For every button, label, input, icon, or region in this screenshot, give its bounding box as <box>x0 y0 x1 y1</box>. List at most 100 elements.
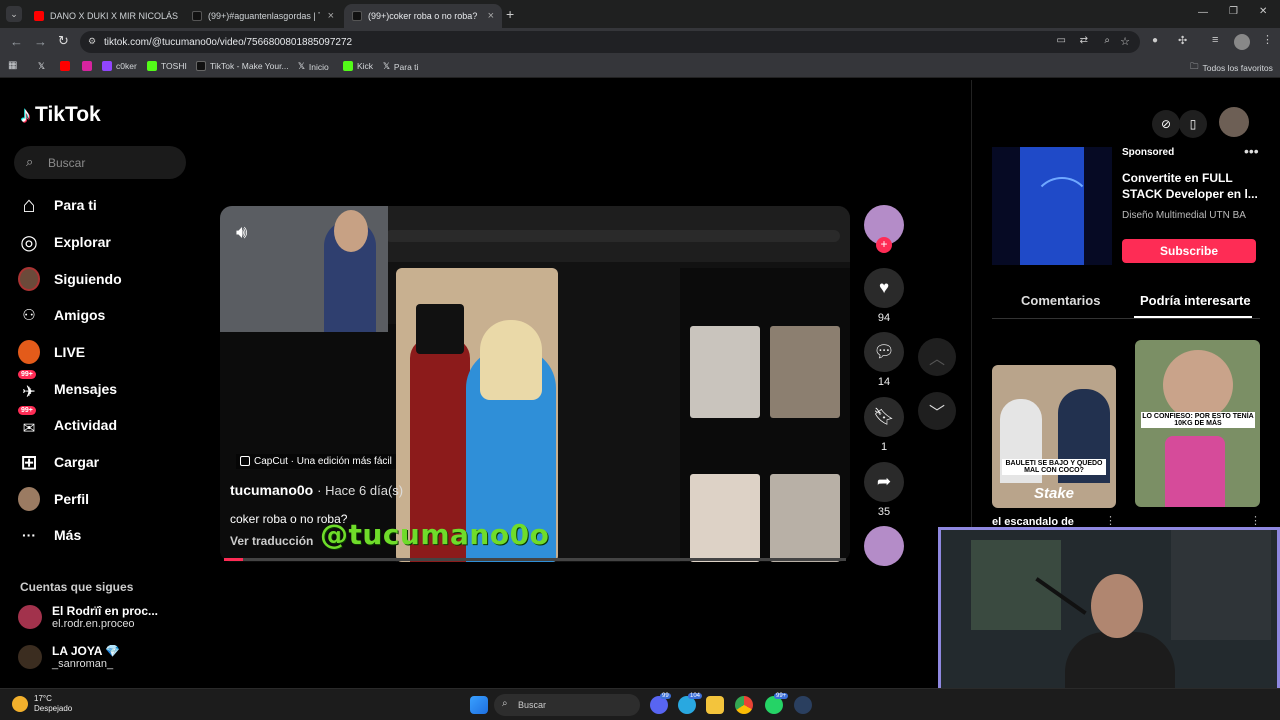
video-progress-bar[interactable] <box>224 558 846 561</box>
bookmark-para-ti[interactable]: 𝕏 Para ti <box>383 61 418 72</box>
bookmark-kick[interactable]: Kick <box>343 61 373 71</box>
follow-plus-icon[interactable]: + <box>876 237 892 253</box>
extensions-puzzle-icon[interactable]: ✣ <box>1178 34 1187 47</box>
bookmark-inicio[interactable]: 𝕏 Inicio <box>298 61 329 72</box>
browser-tab-3[interactable]: (99+)coker roba o no roba? | c × <box>344 4 502 28</box>
suggested-video-card[interactable]: BAULETI SE BAJO Y QUEDO MAL CON COCO? St… <box>992 365 1116 508</box>
save-button[interactable]: 🔖︎ 1 <box>864 397 904 453</box>
avatar <box>18 645 42 669</box>
video-author[interactable]: tucumano0o · Hace 6 día(s) <box>230 482 403 498</box>
more-options-icon[interactable]: ••• <box>1244 143 1259 159</box>
volume-icon[interactable]: 🔊︎ <box>236 222 247 243</box>
sidebar-item-siguiendo[interactable]: Siguiendo <box>18 266 122 292</box>
bookmark-tiktok[interactable]: TikTok - Make Your... <box>196 61 289 71</box>
ad-thumbnail[interactable] <box>992 147 1112 265</box>
user-avatar[interactable] <box>1219 107 1249 137</box>
all-bookmarks[interactable]: 🗀 Todos los favoritos <box>1190 61 1273 75</box>
url-bar[interactable]: ⚙ tiktok.com/@tucumano0o/video/756680080… <box>80 31 1140 53</box>
sidebar-item-para-ti[interactable]: ⌂ Para ti <box>18 192 96 218</box>
sidebar-item-perfil[interactable]: Perfil <box>18 486 89 512</box>
chrome-icon[interactable] <box>735 696 753 714</box>
device-icon[interactable]: ▯ <box>1179 110 1207 138</box>
activity-badge: 99+ <box>18 406 36 415</box>
bookmark-instagram[interactable] <box>82 61 92 71</box>
file-explorer-icon[interactable] <box>706 696 724 714</box>
close-tab-icon[interactable]: × <box>328 10 334 22</box>
video-watermark: @tucumano0o <box>320 518 550 551</box>
reload-icon[interactable]: ↻ <box>58 33 69 49</box>
card-more-icon[interactable]: ⋮ <box>1105 514 1116 527</box>
previous-video-button[interactable]: ︿ <box>918 338 956 376</box>
bookmark-toshi[interactable]: TOSHI <box>147 61 187 71</box>
close-tab-icon[interactable]: × <box>488 10 494 22</box>
sidebar-item-cargar[interactable]: ⊞ Cargar <box>18 449 100 475</box>
inner-person-hat <box>416 304 464 354</box>
profile-avatar[interactable] <box>1234 34 1250 50</box>
browser-tab-1[interactable]: DANO X DUKI X MIR NICOLÁS × <box>26 4 182 28</box>
taskbar-search[interactable]: ⌕ Buscar <box>494 694 640 716</box>
cast-icon[interactable]: ▭ <box>1057 35 1066 46</box>
subscribe-button[interactable]: Subscribe <box>1122 239 1256 263</box>
ad-brand: Diseño Multimedial UTN BA <box>1122 210 1246 221</box>
tiktok-logo[interactable]: ♪ TikTok <box>20 102 101 128</box>
followed-account[interactable]: El Rodrïî en proc... el.rodr.en.proceo <box>18 604 158 630</box>
minimize-button[interactable]: — <box>1198 7 1208 18</box>
browser-tab-2[interactable]: (99+)#aguantenlasgordas | TikTok × <box>184 4 342 28</box>
search-icon: ⌕ <box>502 698 508 709</box>
see-translation-link[interactable]: Ver traducción <box>230 534 313 548</box>
video-player[interactable] <box>220 206 850 562</box>
bookmark-icon: 🔖︎ <box>864 397 904 437</box>
share-button[interactable]: ➦ 35 <box>864 462 904 518</box>
music-disc[interactable] <box>864 526 904 566</box>
comment-button[interactable]: 💬︎ 14 <box>864 332 904 388</box>
sidebar-item-explorar[interactable]: ◎ Explorar <box>18 229 111 255</box>
extension-icon[interactable]: ● <box>1152 35 1158 46</box>
media-control-icon[interactable]: ≡ <box>1212 34 1218 46</box>
bookmark-youtube[interactable] <box>60 61 70 71</box>
search-input[interactable]: ⌕ Buscar <box>14 146 186 179</box>
site-info-icon[interactable]: ⚙ <box>88 36 96 47</box>
restore-button[interactable]: ❐ <box>1229 6 1238 17</box>
close-window-button[interactable]: ✕ <box>1259 6 1267 17</box>
apps-grid-icon[interactable]: ▦ <box>8 60 17 71</box>
weather-widget[interactable]: 17°C Despejado <box>12 694 72 714</box>
new-tab-button[interactable]: + <box>506 6 514 22</box>
browser-menu-icon[interactable]: ⋮ <box>1262 33 1273 46</box>
avatar <box>18 605 42 629</box>
messages-badge: 99+ <box>18 370 36 379</box>
profile-avatar-icon <box>18 487 40 511</box>
ad-title[interactable]: Convertite en FULL STACK Developer en l.… <box>1122 170 1262 202</box>
tab-podria-interesarte[interactable]: Podría interesarte <box>1140 293 1251 308</box>
forward-icon[interactable]: → <box>34 34 47 49</box>
tab-comentarios[interactable]: Comentarios <box>1021 293 1100 308</box>
account-name: El Rodrïî en proc... <box>52 604 159 618</box>
next-video-button[interactable]: ﹀ <box>918 392 956 430</box>
sidebar-item-live[interactable]: LIVE <box>18 339 85 365</box>
star-icon[interactable]: ☆ <box>1120 35 1130 48</box>
x-icon: 𝕏 <box>298 61 305 71</box>
bookmark-label: Kick <box>357 61 374 71</box>
followed-account[interactable]: LA JOYA 💎 _sanroman_ <box>18 644 120 670</box>
translate-icon[interactable]: ⇄ <box>1080 35 1088 46</box>
windows-start-icon[interactable] <box>470 696 488 714</box>
creator-avatar[interactable]: + <box>864 205 904 253</box>
suggested-video-card[interactable]: LO CONFIESO: POR ESTO TENÍA 10KG DE MÁS <box>1135 340 1260 507</box>
steam-icon[interactable] <box>794 696 812 714</box>
account-name: LA JOYA 💎 <box>52 644 121 658</box>
sidebar-item-actividad[interactable]: ✉ 99+ Actividad <box>18 406 117 438</box>
sidebar-item-mas[interactable]: ··· Más <box>18 522 81 548</box>
like-button[interactable]: ♥ 94 <box>864 268 904 324</box>
card-more-icon[interactable]: ⋮ <box>1250 514 1261 527</box>
music-disc-icon <box>864 526 904 566</box>
sidebar-item-amigos[interactable]: ⚇ Amigos <box>18 302 105 328</box>
sidebar-item-mensajes[interactable]: ✈ 99+ Mensajes <box>18 370 117 402</box>
back-icon[interactable]: ← <box>10 34 23 49</box>
bookmark-c0ker[interactable]: c0ker <box>102 61 137 71</box>
capcut-label[interactable]: CapCut · Una edición más fácil <box>236 454 396 469</box>
paper-plane-glyph: ✈ <box>22 384 36 401</box>
tab-search-button[interactable]: ⌄ <box>6 6 22 22</box>
zoom-icon[interactable]: ⌕ <box>1104 35 1110 46</box>
compass-icon[interactable]: ⊘ <box>1152 110 1180 138</box>
bookmark-x[interactable]: 𝕏 <box>38 61 45 72</box>
following-avatar-icon <box>18 267 40 291</box>
